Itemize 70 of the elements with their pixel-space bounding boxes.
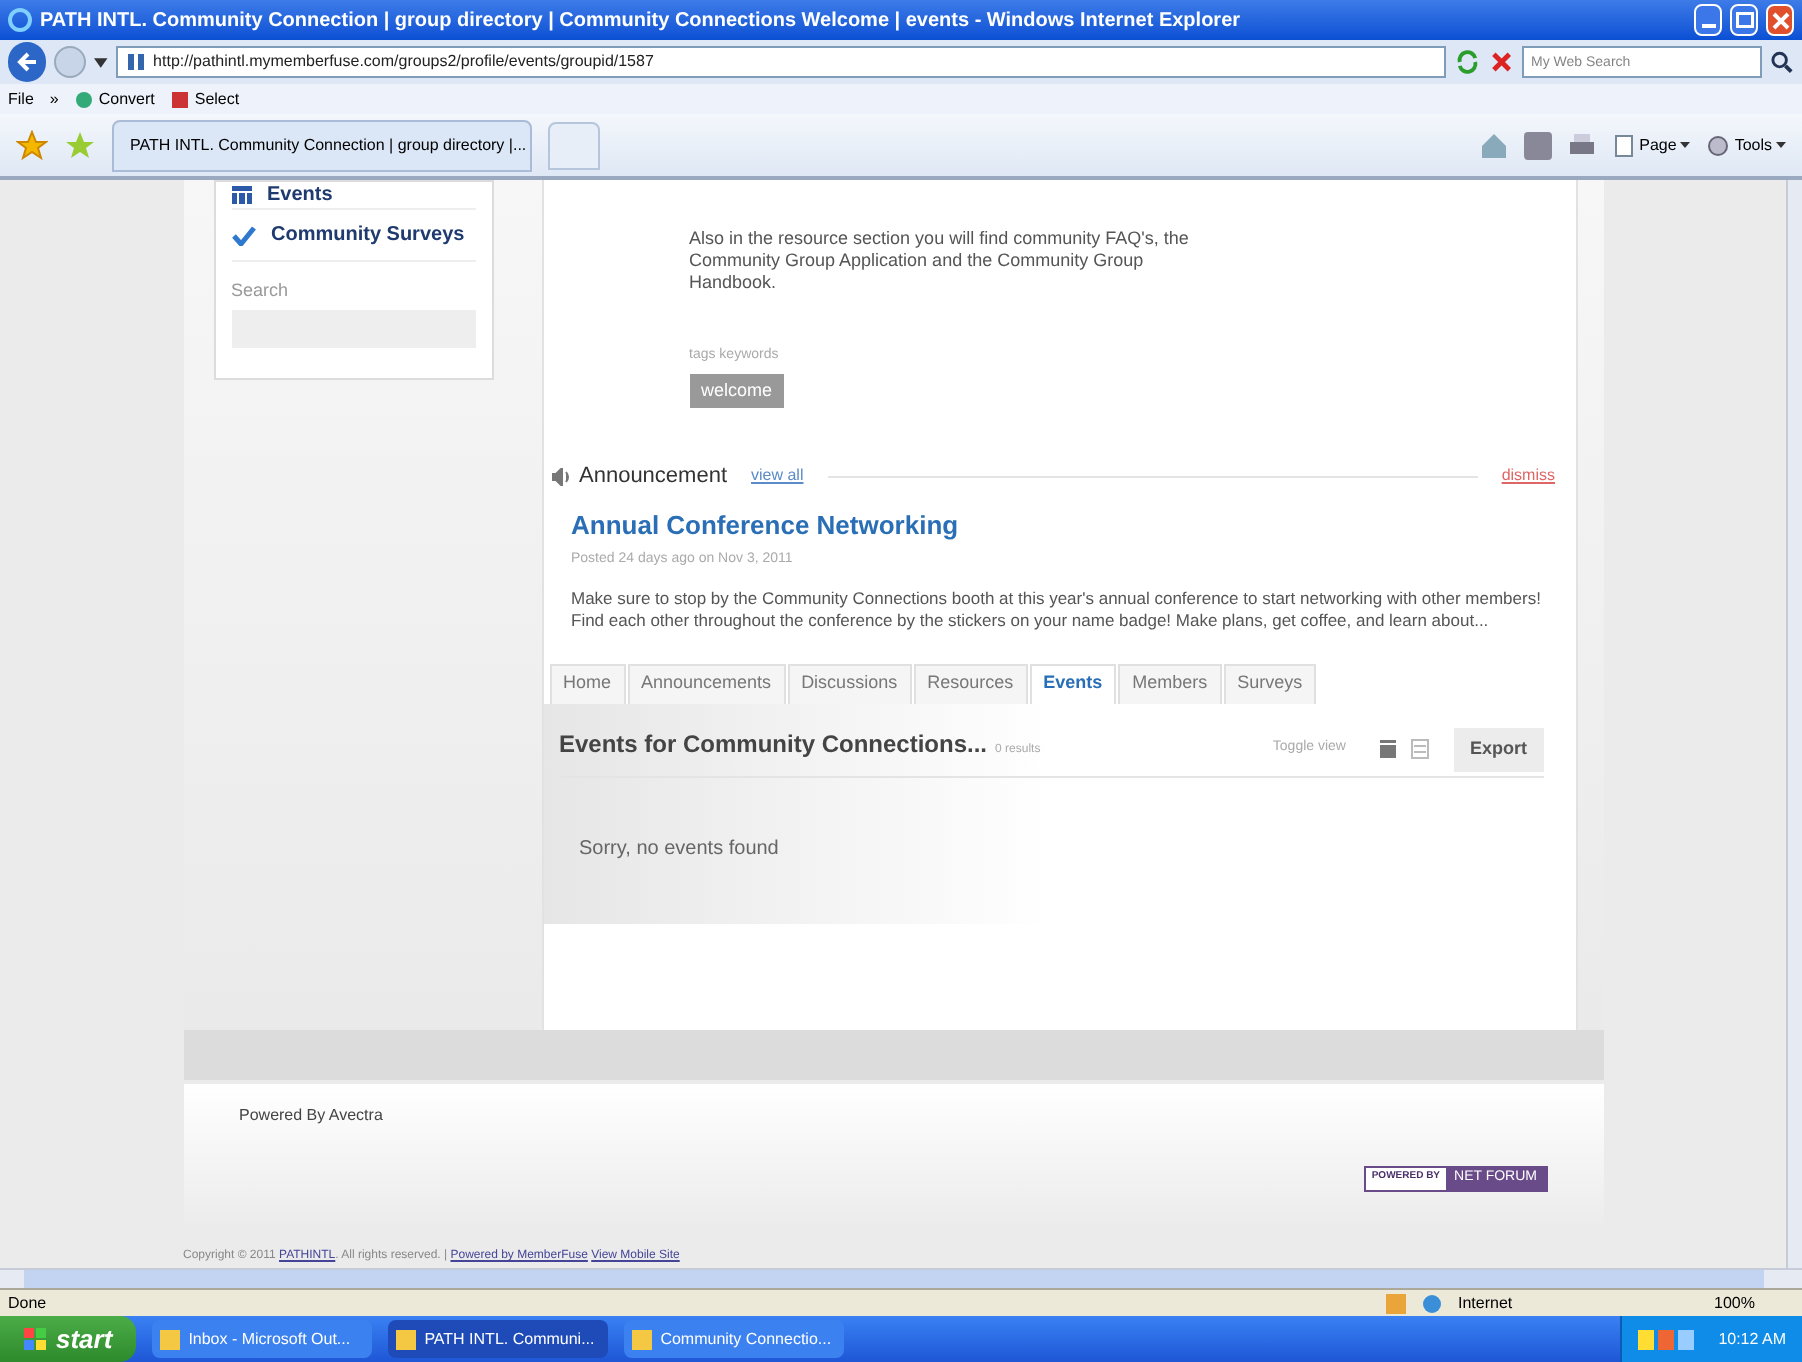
security-zone: Internet [1458,1291,1515,1315]
tab[interactable]: Surveys [1223,663,1317,703]
view-all-link[interactable]: view all [751,464,804,489]
list-view-icon[interactable] [1409,738,1430,760]
taskbar-button[interactable]: PATH INTL. Communi... [388,1320,609,1358]
new-tab-button[interactable] [548,121,600,169]
page-icon [1611,133,1636,157]
status-text: Done [8,1291,49,1315]
more-menu[interactable]: » [49,87,59,111]
home-icon[interactable] [1479,131,1508,159]
announcement-body: Make sure to stop by the Community Connections booth at this year's annual conference to start networking with other members! Find each other throughout the conference by the stickers on your name badge! Make plans, get coffee, and learn about... [571,587,1543,631]
zoom-level[interactable]: 100% [1714,1291,1794,1315]
close-button[interactable] [1766,4,1794,36]
toolbar-button[interactable]: Select [170,87,240,111]
browser-tab[interactable]: PATH INTL. Community Connection | group directory |... [112,119,532,171]
clock: 10:12 AM [1718,1327,1786,1351]
back-button[interactable] [8,42,47,82]
address-field[interactable]: http://pathintl.mymemberfuse.com/groups2/profile/events/groupid/1587 [115,46,1447,78]
dropdown-caret-icon [1680,142,1691,148]
printer-icon[interactable] [1567,131,1596,159]
window-icon [632,1329,653,1349]
window-title: PATH INTL. Community Connection | group directory | Community Connections Welcome | events - Windows Internet Explorer [40,7,1243,35]
ie-logo-icon [8,8,32,32]
dropdown-caret-icon [1776,142,1786,148]
taskbar-button[interactable]: Inbox - Microsoft Out... [152,1320,373,1358]
search-label: Search [231,278,291,304]
tab[interactable]: Members [1118,663,1222,703]
announcement-title[interactable]: Annual Conference Networking [571,505,1555,544]
stop-icon[interactable] [1489,50,1513,74]
maximize-icon [1735,12,1753,28]
dropdown-caret-icon[interactable] [93,57,108,67]
tab[interactable]: Resources [913,663,1028,703]
sidebar-link[interactable]: Community Surveys [271,220,465,250]
welcome-paragraph: Also in the resource section you will find community FAQ's, the Community Group Application and the Community Group Handbook. [689,228,1191,294]
add-favorite-icon[interactable] [64,129,96,161]
export-button[interactable]: Export [1453,727,1543,771]
tab[interactable]: Home [549,663,626,703]
file-menu[interactable]: File [8,87,34,111]
taskbar-button[interactable]: Community Connectio... [624,1320,845,1358]
command-button[interactable]: Tools [1706,133,1786,157]
horizontal-scrollbar[interactable] [0,1268,1802,1288]
search-icon[interactable] [1770,50,1794,74]
command-button[interactable]: Page [1611,133,1691,157]
tab[interactable]: Discussions [787,663,912,703]
events-title: Events for Community Connections... [559,727,988,761]
powered-by-text: Powered By Avectra [239,1104,383,1128]
empty-message: Sorry, no events found [579,835,781,863]
calendar-icon [231,186,251,204]
start-button[interactable]: start [0,1316,137,1362]
checkmark-icon [231,225,255,245]
maximize-button[interactable] [1730,4,1758,36]
url-text: http://pathintl.mymemberfuse.com/groups2/profile/events/groupid/1587 [153,50,654,74]
minimize-button[interactable] [1694,4,1722,36]
calendar-view-icon[interactable] [1377,738,1398,760]
sidebar-link[interactable]: Events [267,180,333,210]
tab[interactable]: Announcements [627,663,786,703]
back-arrow-icon [15,50,40,74]
window-icon [160,1329,181,1349]
tab[interactable]: Events [1029,663,1117,703]
announcement-heading: Announcement [579,462,727,492]
minimize-icon [1701,24,1715,28]
window-icon [396,1329,417,1349]
star-icon[interactable] [16,129,48,161]
close-icon [1771,11,1789,29]
windows-logo-icon [24,1327,48,1351]
speaker-icon [551,467,571,486]
toolbar-button[interactable]: Convert [74,87,155,111]
globe-icon [1422,1293,1442,1313]
refresh-icon[interactable] [1454,48,1482,76]
vertical-scrollbar[interactable] [1786,180,1802,1268]
